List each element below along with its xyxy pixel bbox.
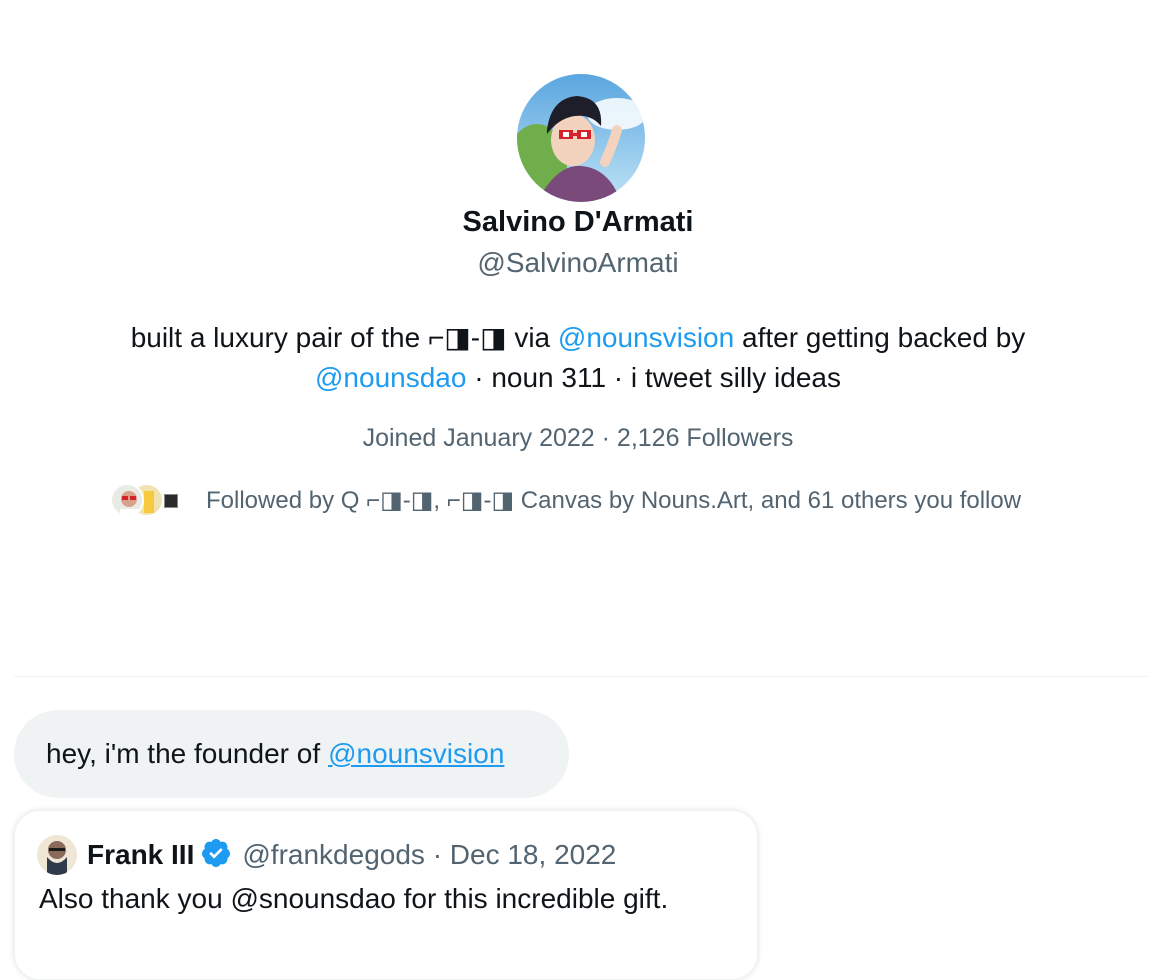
quoted-tweet-header: Frank III @frankdegods · Dec 18, 2022 <box>37 833 616 877</box>
profile-meta: Joined January 2022 · 2,126 Followers <box>362 424 794 452</box>
quoted-author-handle[interactable]: @frankdegods · Dec 18, 2022 <box>242 839 616 871</box>
followed-by-row[interactable]: Followed by Q ⌐◨-◨, ⌐◨-◨ Canvas by Nouns… <box>110 482 1070 518</box>
profile-bio: built a luxury pair of the ⌐◨-◨ via @nou… <box>60 318 1096 398</box>
nouns-art-icon <box>164 494 178 508</box>
quoted-author-name[interactable]: Frank III <box>87 839 194 871</box>
quoted-author-avatar[interactable] <box>37 835 77 875</box>
message-text: hey, i'm the founder of <box>46 738 321 769</box>
quoted-tweet-card[interactable]: Frank III @frankdegods · Dec 18, 2022 Al… <box>14 810 758 980</box>
follower-avatar <box>110 483 144 517</box>
bio-text: built a luxury pair of the ⌐◨-◨ via <box>130 322 558 353</box>
followed-by-text: Followed by Q ⌐◨-◨, ⌐◨-◨ Canvas by Nouns… <box>206 486 1022 514</box>
profile-handle: @SalvinoArmati <box>477 247 679 278</box>
bio-mention-nounsvision[interactable]: @nounsvision <box>558 322 734 353</box>
divider <box>14 676 1148 677</box>
verified-badge-icon <box>194 837 242 874</box>
message-bubble: hey, i'm the founder of @nounsvision <box>14 710 569 798</box>
bio-mention-nounsdao[interactable]: @nounsdao <box>315 362 466 393</box>
bio-text: after getting backed by <box>734 322 1026 353</box>
profile-name: Salvino D'Armati <box>462 206 694 238</box>
bio-text: · noun 311 · i tweet silly ideas <box>466 362 841 393</box>
quoted-tweet-text: Also thank you @snounsdao for this incre… <box>39 883 669 914</box>
follower-facepile <box>110 482 190 518</box>
message-mention-link[interactable]: @nounsvision <box>328 738 504 770</box>
profile-avatar[interactable] <box>517 74 645 202</box>
